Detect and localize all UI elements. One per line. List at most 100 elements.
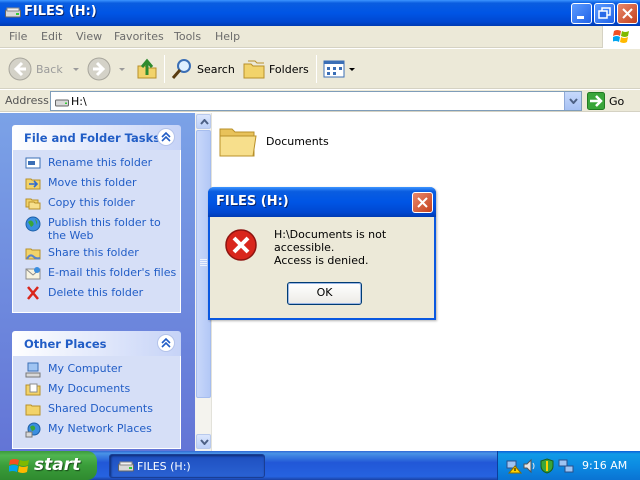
go-button[interactable]: Go xyxy=(587,92,624,110)
close-button[interactable] xyxy=(617,3,638,24)
my-documents-link[interactable]: My Documents xyxy=(13,382,180,402)
window-titlebar[interactable]: FILES (H:) xyxy=(0,0,640,26)
documents-folder[interactable]: Documents xyxy=(218,123,329,159)
dialog-close-button[interactable] xyxy=(412,192,433,213)
my-network-places-link[interactable]: My Network Places xyxy=(13,422,180,442)
error-dialog: FILES (H:) H:\Documents is not accessibl… xyxy=(208,187,436,320)
move-folder-link[interactable]: Move this folder xyxy=(13,176,180,196)
chevron-down-icon xyxy=(119,68,125,71)
address-bar: Address H:\ Go xyxy=(0,90,640,112)
start-button[interactable]: start xyxy=(0,451,97,480)
menu-help[interactable]: Help xyxy=(215,30,240,43)
menu-edit[interactable]: Edit xyxy=(41,30,62,43)
security-shield-icon[interactable] xyxy=(540,458,554,477)
folders-label: Folders xyxy=(269,62,309,76)
publish-folder-link[interactable]: Publish this folder to the Web xyxy=(13,216,180,246)
scroll-down-button[interactable] xyxy=(196,434,211,449)
up-folder-button[interactable] xyxy=(135,56,159,82)
menu-favorites[interactable]: Favorites xyxy=(114,30,164,43)
search-icon xyxy=(171,59,191,79)
shared-folder-icon xyxy=(25,402,41,419)
folder-label: Documents xyxy=(266,134,329,148)
network-warning-icon[interactable] xyxy=(506,458,523,477)
window-title: FILES (H:) xyxy=(24,4,97,19)
collapse-chevron-icon[interactable] xyxy=(157,128,175,146)
chevron-down-icon xyxy=(72,68,79,71)
taskbar-window-button[interactable]: FILES (H:) xyxy=(109,454,265,478)
globe-icon xyxy=(25,216,41,235)
task-label: Rename this folder xyxy=(48,156,153,169)
task-label: Move this folder xyxy=(48,176,137,189)
copy-folder-link[interactable]: Copy this folder xyxy=(13,196,180,216)
drive-icon xyxy=(55,97,69,110)
error-icon xyxy=(224,228,258,265)
place-label: My Documents xyxy=(48,382,131,395)
folders-button[interactable]: Folders xyxy=(243,56,309,82)
menu-file[interactable]: File xyxy=(9,30,27,43)
panel-title: File and Folder Tasks xyxy=(24,131,161,145)
my-computer-link[interactable]: My Computer xyxy=(13,362,180,382)
dialog-title: FILES (H:) xyxy=(216,194,289,209)
address-dropdown-button[interactable] xyxy=(564,92,581,110)
volume-icon[interactable] xyxy=(523,458,537,477)
windows-flag-icon xyxy=(8,457,31,478)
back-label: Back xyxy=(36,62,63,76)
panel-title: Other Places xyxy=(24,337,107,351)
up-folder-icon xyxy=(137,58,157,79)
address-label: Address xyxy=(5,94,49,107)
rename-folder-link[interactable]: Rename this folder xyxy=(13,156,180,176)
chevron-down-icon xyxy=(349,68,355,71)
network-connection-icon[interactable] xyxy=(558,458,574,477)
panel-header[interactable]: File and Folder Tasks xyxy=(12,125,181,150)
drive-icon xyxy=(5,7,21,18)
email-files-link[interactable]: E-mail this folder's files xyxy=(13,266,180,286)
task-label: E-mail this folder's files xyxy=(48,266,177,279)
documents-folder-icon xyxy=(25,382,41,399)
other-places-panel: Other Places My Computer My Documents Sh… xyxy=(12,331,181,449)
chevron-up-icon xyxy=(200,119,209,125)
minimize-button[interactable] xyxy=(571,3,592,24)
dialog-titlebar[interactable]: FILES (H:) xyxy=(208,187,436,217)
move-folder-icon xyxy=(25,176,41,193)
delete-folder-link[interactable]: Delete this folder xyxy=(13,286,180,306)
go-arrow-icon xyxy=(587,92,605,110)
back-arrow-icon xyxy=(8,57,32,81)
shared-documents-link[interactable]: Shared Documents xyxy=(13,402,180,422)
computer-icon xyxy=(25,362,41,381)
windows-flag-icon xyxy=(602,26,640,48)
taskbar: start FILES (H:) 9:16 AM xyxy=(0,451,640,480)
address-value: H:\ xyxy=(71,95,87,108)
share-folder-link[interactable]: Share this folder xyxy=(13,246,180,266)
forward-button[interactable] xyxy=(87,56,127,82)
panel-header[interactable]: Other Places xyxy=(12,331,181,356)
place-label: Shared Documents xyxy=(48,402,153,415)
scroll-up-button[interactable] xyxy=(196,114,211,129)
forward-arrow-icon xyxy=(87,57,111,81)
search-button[interactable]: Search xyxy=(171,56,235,82)
back-button[interactable]: Back xyxy=(8,56,81,82)
ok-button[interactable]: OK xyxy=(287,282,362,305)
views-icon xyxy=(323,60,345,78)
task-label: Share this folder xyxy=(48,246,139,259)
task-pane: File and Folder Tasks Rename this folder… xyxy=(0,113,195,451)
clock: 9:16 AM xyxy=(582,459,628,472)
menu-tools[interactable]: Tools xyxy=(174,30,201,43)
place-label: My Computer xyxy=(48,362,123,375)
start-label: start xyxy=(34,455,81,475)
restore-button[interactable] xyxy=(594,3,615,24)
chevron-down-icon xyxy=(569,98,578,104)
drive-icon xyxy=(118,461,134,475)
error-detail: Access is denied. xyxy=(274,254,369,267)
address-input[interactable]: H:\ xyxy=(50,91,582,111)
close-icon xyxy=(417,197,428,208)
folders-icon xyxy=(243,60,265,79)
standard-toolbar: Back Search Folders xyxy=(0,49,640,89)
task-label: Publish this folder to the Web xyxy=(48,216,161,242)
task-label: Copy this folder xyxy=(48,196,135,209)
views-button[interactable] xyxy=(323,56,357,82)
collapse-chevron-icon[interactable] xyxy=(157,334,175,352)
task-label: Delete this folder xyxy=(48,286,144,299)
go-label: Go xyxy=(609,94,625,108)
menu-view[interactable]: View xyxy=(76,30,102,43)
search-label: Search xyxy=(197,62,235,76)
